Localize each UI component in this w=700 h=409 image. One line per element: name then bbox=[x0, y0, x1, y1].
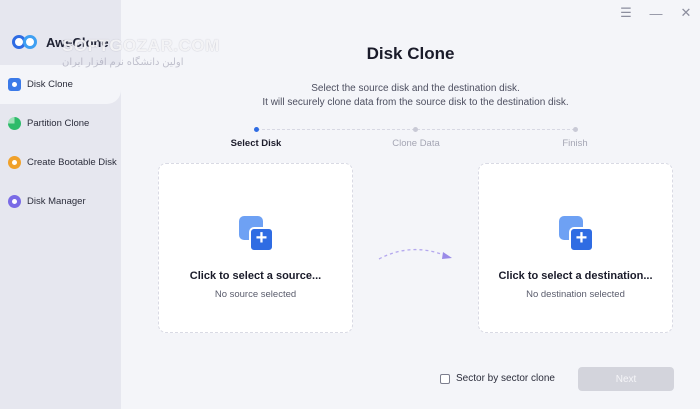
source-card-status: No source selected bbox=[214, 289, 297, 300]
add-disk-icon: + bbox=[239, 216, 275, 252]
checkbox-box[interactable] bbox=[440, 373, 450, 384]
destination-card-status: No destination selected bbox=[526, 289, 625, 300]
step-select-disk: Select Disk bbox=[230, 138, 282, 149]
arrow-right-icon bbox=[378, 248, 452, 260]
subtitle-line-2: It will securely clone data from the sou… bbox=[262, 97, 569, 108]
sector-by-sector-checkbox[interactable]: Sector by sector clone bbox=[440, 373, 555, 384]
disk-clone-icon bbox=[8, 78, 21, 91]
page-title: Disk Clone bbox=[366, 44, 455, 63]
menu-icon[interactable]: ☰ bbox=[620, 5, 632, 20]
page-subtitle: Select the source disk and the destinati… bbox=[121, 82, 700, 110]
step-dot-select-disk bbox=[254, 127, 259, 132]
subtitle-line-1: Select the source disk and the destinati… bbox=[311, 83, 520, 94]
sidebar: AweClone Disk Clone Partition Clone Crea… bbox=[0, 0, 121, 409]
step-finish: Finish bbox=[562, 138, 588, 149]
sidebar-item-label: Disk Clone bbox=[27, 79, 73, 90]
sector-by-sector-label: Sector by sector clone bbox=[456, 373, 555, 384]
step-dot-clone-data bbox=[413, 127, 418, 132]
destination-card-title: Click to select a destination... bbox=[498, 270, 653, 282]
step-dot-finish bbox=[573, 127, 578, 132]
progress-steps: Select Disk Clone Data Finish bbox=[0, 126, 700, 156]
minimize-icon[interactable]: — bbox=[650, 6, 663, 21]
sidebar-item-disk-manager[interactable]: Disk Manager bbox=[0, 182, 121, 221]
bootable-disk-icon bbox=[8, 156, 21, 169]
add-disk-icon: + bbox=[559, 216, 595, 252]
step-clone-data: Clone Data bbox=[392, 138, 440, 149]
sidebar-item-label: Disk Manager bbox=[27, 196, 86, 207]
source-disk-card[interactable]: + Click to select a source... No source … bbox=[158, 163, 353, 333]
destination-disk-card[interactable]: + Click to select a destination... No de… bbox=[478, 163, 673, 333]
close-icon[interactable]: ✕ bbox=[680, 5, 692, 20]
window-controls: ☰ — ✕ bbox=[620, 5, 692, 21]
source-card-title: Click to select a source... bbox=[189, 270, 322, 282]
next-button[interactable]: Next bbox=[578, 367, 674, 391]
sidebar-item-label: Create Bootable Disk bbox=[27, 157, 117, 168]
aweclone-logo-icon bbox=[12, 33, 40, 51]
sidebar-item-disk-clone[interactable]: Disk Clone bbox=[0, 65, 121, 104]
app-name: AweClone bbox=[46, 34, 109, 50]
app-logo: AweClone bbox=[12, 33, 109, 51]
disk-manager-icon bbox=[8, 195, 21, 208]
